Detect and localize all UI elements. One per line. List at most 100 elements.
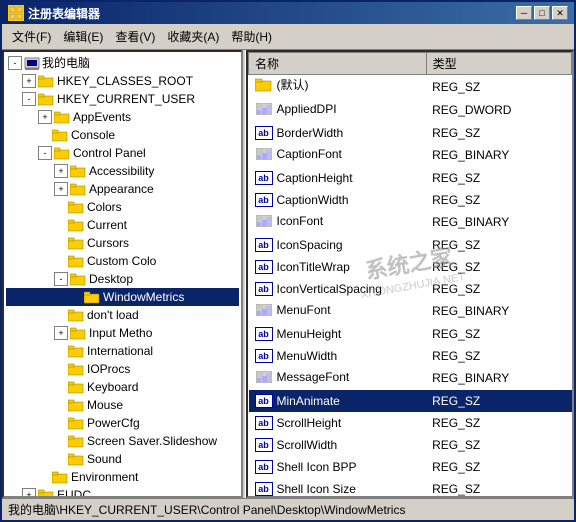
expand-eudc[interactable]: +: [22, 488, 36, 498]
ab-reg-icon: ab: [255, 349, 273, 363]
close-button[interactable]: ✕: [552, 6, 568, 20]
table-row[interactable]: abMenuWidthREG_SZ: [249, 345, 572, 367]
reg-name-label: CaptionHeight: [277, 169, 353, 187]
table-row[interactable]: abMenuHeightREG_SZ: [249, 323, 572, 345]
ab-reg-icon: ab: [255, 260, 273, 274]
right-pane[interactable]: 系统之家 XITONGZHUJIA.NET 名称 类型 (默认)REG_SZAp…: [246, 50, 574, 498]
folder-icon-customcolo: [68, 254, 84, 268]
ab-reg-icon: ab: [255, 482, 273, 496]
table-row[interactable]: abIconSpacingREG_SZ: [249, 234, 572, 256]
table-row[interactable]: abBorderWidthREG_SZ: [249, 122, 572, 144]
table-row[interactable]: abShell Icon SizeREG_SZ: [249, 478, 572, 499]
table-row[interactable]: IconFontREG_BINARY: [249, 211, 572, 234]
menu-view[interactable]: 查看(V): [109, 26, 161, 47]
table-row[interactable]: abScrollHeightREG_SZ: [249, 412, 572, 434]
menu-file[interactable]: 文件(F): [6, 26, 57, 47]
tree-node-screensaver[interactable]: Screen Saver.Slideshow: [6, 432, 239, 450]
tree-node-accessibility[interactable]: + Accessibility: [6, 162, 239, 180]
expand-appearance[interactable]: +: [54, 182, 68, 196]
reg-name-cell: abScrollWidth: [249, 434, 427, 456]
reg-name-cell: ab IconTitleWrap: [249, 256, 427, 278]
folder-icon-cp: [54, 146, 70, 160]
tree-pane[interactable]: - 我的电脑 + HKEY_CLASSES: [2, 50, 242, 498]
table-row[interactable]: AppliedDPIREG_DWORD: [249, 99, 572, 122]
table-row[interactable]: abCaptionWidthREG_SZ: [249, 189, 572, 211]
tree-node-eudc[interactable]: + EUDC: [6, 486, 239, 498]
tree-node-current[interactable]: Current: [6, 216, 239, 234]
reg-name-cell: abMenuHeight: [249, 323, 427, 345]
tree-node-windowmetrics[interactable]: WindowMetrics: [6, 288, 239, 306]
expand-appevents[interactable]: +: [38, 110, 52, 124]
maximize-button[interactable]: □: [534, 6, 550, 20]
folder-icon-keyboard: [68, 380, 84, 394]
table-row[interactable]: abMinAnimateREG_SZ: [249, 390, 572, 412]
menubar: 文件(F) 编辑(E) 查看(V) 收藏夹(A) 帮助(H): [2, 24, 574, 50]
main-content: - 我的电脑 + HKEY_CLASSES: [2, 50, 574, 498]
table-row[interactable]: MessageFontREG_BINARY: [249, 367, 572, 390]
tree-node-ioprocs[interactable]: IOProcs: [6, 360, 239, 378]
expand-hkcu[interactable]: -: [22, 92, 36, 106]
table-row[interactable]: abShell Icon BPPREG_SZ: [249, 456, 572, 478]
tree-node-cp[interactable]: - Control Panel: [6, 144, 239, 162]
table-row[interactable]: (默认)REG_SZ: [249, 75, 572, 99]
tree-node-hkcu[interactable]: - HKEY_CURRENT_USER: [6, 90, 239, 108]
tree-node-console[interactable]: Console: [6, 126, 239, 144]
reg-name-label: IconTitleWrap: [277, 258, 350, 276]
reg-name-cell: abBorderWidth: [249, 122, 427, 144]
tree-node-international[interactable]: International: [6, 342, 239, 360]
folder-icon-mouse: [68, 398, 84, 412]
tree-node-cursors[interactable]: Cursors: [6, 234, 239, 252]
tree-node-colors[interactable]: Colors: [6, 198, 239, 216]
folder-icon-dontload: [68, 308, 84, 322]
tree-node-environment[interactable]: Environment: [6, 468, 239, 486]
sound-label: Sound: [87, 450, 122, 468]
appevents-label: AppEvents: [73, 108, 131, 126]
ab-reg-icon: ab: [255, 460, 273, 474]
table-row[interactable]: abIconTitleWrapREG_SZ: [249, 256, 572, 278]
menu-edit[interactable]: 编辑(E): [57, 26, 109, 47]
table-row[interactable]: CaptionFontREG_BINARY: [249, 144, 572, 167]
console-label: Console: [71, 126, 115, 144]
tree-node-mouse[interactable]: Mouse: [6, 396, 239, 414]
tree-node-appevents[interactable]: + AppEvents: [6, 108, 239, 126]
reg-type-cell: REG_SZ: [426, 345, 571, 367]
table-row[interactable]: abIconVerticalSpacingREG_SZ: [249, 278, 572, 300]
tree-node-appearance[interactable]: + Appearance: [6, 180, 239, 198]
tree-node-keyboard[interactable]: Keyboard: [6, 378, 239, 396]
reg-name-cell: abMinAnimate: [249, 390, 427, 412]
expand-cp[interactable]: -: [38, 146, 52, 160]
table-row[interactable]: abCaptionHeightREG_SZ: [249, 167, 572, 189]
menu-help[interactable]: 帮助(H): [225, 26, 278, 47]
registry-table: 名称 类型 (默认)REG_SZAppliedDPIREG_DWORDabBor…: [248, 52, 572, 498]
tree-node-customcolo[interactable]: Custom Colo: [6, 252, 239, 270]
folder-icon-screensaver: [68, 434, 84, 448]
reg-name-cell: MenuFont: [249, 300, 427, 323]
tree-node-sound[interactable]: Sound: [6, 450, 239, 468]
table-row[interactable]: abScrollWidthREG_SZ: [249, 434, 572, 456]
international-label: International: [87, 342, 153, 360]
tree-node-powercfg[interactable]: PowerCfg: [6, 414, 239, 432]
expand-inputmetho[interactable]: +: [54, 326, 68, 340]
folder-icon-accessibility: [70, 164, 86, 178]
expand-accessibility[interactable]: +: [54, 164, 68, 178]
folder-icon-appearance: [70, 182, 86, 196]
menu-favorites[interactable]: 收藏夹(A): [161, 26, 225, 47]
minimize-button[interactable]: ─: [516, 6, 532, 20]
tree-node-desktop[interactable]: - Desktop: [6, 270, 239, 288]
reg-type-cell: REG_SZ: [426, 75, 571, 99]
tree-node-inputmetho[interactable]: + Input Metho: [6, 324, 239, 342]
expand-hkcr[interactable]: +: [22, 74, 36, 88]
reg-type-cell: REG_SZ: [426, 122, 571, 144]
table-row[interactable]: MenuFontREG_BINARY: [249, 300, 572, 323]
reg-type-cell: REG_BINARY: [426, 211, 571, 234]
tree-node-dontload[interactable]: don't load: [6, 306, 239, 324]
expand-root[interactable]: -: [8, 56, 22, 70]
expand-desktop[interactable]: -: [54, 272, 68, 286]
tree-node-root[interactable]: - 我的电脑: [6, 54, 239, 72]
titlebar-left: 注册表编辑器: [8, 5, 100, 22]
tree-node-hkcr[interactable]: + HKEY_CLASSES_ROOT: [6, 72, 239, 90]
col-type-header: 类型: [426, 53, 571, 75]
reg-name-cell: abScrollHeight: [249, 412, 427, 434]
reg-name-label: MenuFont: [277, 301, 331, 319]
reg-name-label: AppliedDPI: [277, 100, 337, 118]
